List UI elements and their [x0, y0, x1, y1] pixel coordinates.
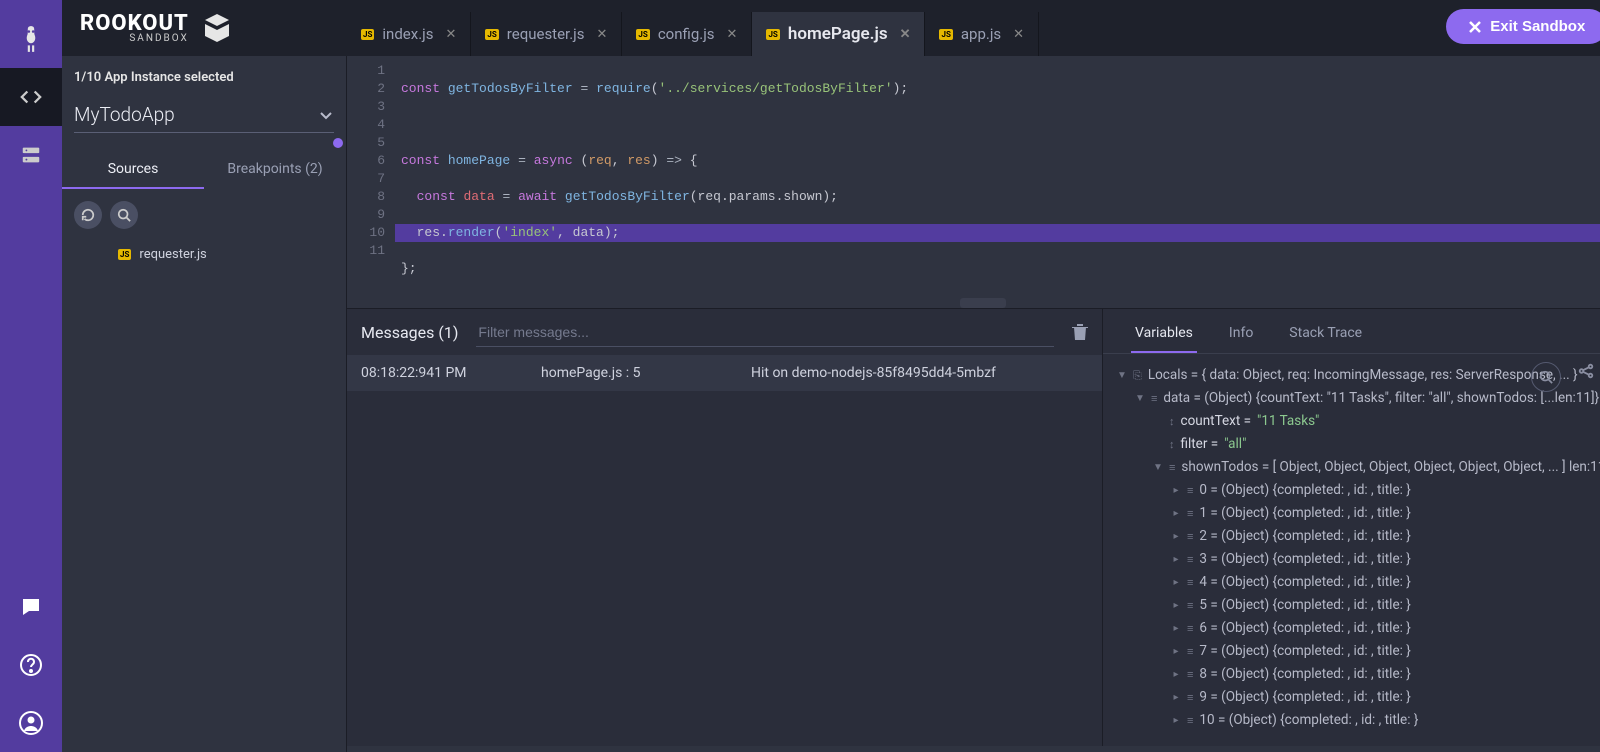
- tree-item[interactable]: ▸≡1 = (Object) {completed: , id: , title…: [1117, 502, 1600, 525]
- tree-item[interactable]: ▸≡7 = (Object) {completed: , id: , title…: [1117, 640, 1600, 663]
- brand-name: ROOKOUT: [80, 13, 189, 35]
- code-area[interactable]: const getTodosByFilter = require('../ser…: [395, 56, 1600, 308]
- message-location: homePage.js : 5: [541, 365, 711, 381]
- tab-label: config.js: [658, 25, 715, 43]
- tab-variables[interactable]: Variables: [1131, 319, 1197, 353]
- nav-chat-icon[interactable]: [0, 578, 62, 636]
- tab-sources[interactable]: Sources: [62, 151, 204, 189]
- file-item-label: requester.js: [139, 247, 206, 262]
- tree-data[interactable]: ▼≡data = (Object) {countText: "11 Tasks"…: [1117, 387, 1600, 410]
- app-name: MyTodoApp: [74, 103, 175, 126]
- messages-filter-input[interactable]: [476, 318, 1054, 347]
- code-editor[interactable]: 1234 5 67891011 const getTodosByFilter =…: [347, 56, 1600, 308]
- refresh-button[interactable]: [74, 201, 102, 229]
- instance-status: 1/10 App Instance selected: [62, 56, 346, 91]
- line-gutter[interactable]: 1234 5 67891011: [347, 56, 395, 308]
- left-panel-tools: [62, 189, 346, 241]
- close-icon[interactable]: ✕: [445, 27, 456, 42]
- share-icon[interactable]: [1577, 362, 1595, 392]
- messages-title: Messages (1): [361, 323, 458, 342]
- close-icon[interactable]: ✕: [597, 27, 608, 42]
- tree-item[interactable]: ▸≡6 = (Object) {completed: , id: , title…: [1117, 617, 1600, 640]
- chevron-down-icon: [318, 107, 334, 123]
- nav-logo-icon[interactable]: [0, 10, 62, 68]
- tree-item[interactable]: ▸≡3 = (Object) {completed: , id: , title…: [1117, 548, 1600, 571]
- nav-code-icon[interactable]: [0, 68, 62, 126]
- messages-panel: Messages (1) 08:18:22:941 PM homePage.js…: [347, 309, 1103, 746]
- nav-user-icon[interactable]: [0, 694, 62, 752]
- brand: ROOKOUT SANDBOX: [62, 0, 347, 56]
- tree-counttext[interactable]: ↕countText = "11 Tasks": [1117, 410, 1600, 433]
- close-icon: [1468, 20, 1482, 34]
- tab-requester[interactable]: JSrequester.js✕: [471, 12, 622, 56]
- brand-sub: SANDBOX: [80, 33, 189, 44]
- tree-item[interactable]: ▸≡8 = (Object) {completed: , id: , title…: [1117, 663, 1600, 686]
- close-icon[interactable]: ✕: [900, 27, 911, 42]
- tree-showntodos[interactable]: ▼≡shownTodos = [ Object, Object, Object,…: [1117, 456, 1600, 479]
- tree-item[interactable]: ▸≡2 = (Object) {completed: , id: , title…: [1117, 525, 1600, 548]
- tab-stack-trace[interactable]: Stack Trace: [1285, 319, 1366, 353]
- tree-item[interactable]: ▸≡4 = (Object) {completed: , id: , title…: [1117, 571, 1600, 594]
- tab-config[interactable]: JSconfig.js✕: [622, 12, 752, 56]
- tab-homepage[interactable]: JShomePage.js✕: [752, 12, 925, 56]
- left-panel-tabs: Sources Breakpoints (2): [62, 151, 346, 189]
- search-button[interactable]: [110, 201, 138, 229]
- tree-item[interactable]: ▸≡9 = (Object) {completed: , id: , title…: [1117, 686, 1600, 709]
- tab-label: index.js: [382, 25, 433, 43]
- file-item-requester[interactable]: JSrequester.js: [62, 241, 346, 268]
- tree-item[interactable]: ▸≡5 = (Object) {completed: , id: , title…: [1117, 594, 1600, 617]
- nav-rail: [0, 0, 62, 752]
- tab-label: requester.js: [507, 25, 585, 43]
- panel-drag-handle[interactable]: [960, 298, 1006, 308]
- message-description: Hit on demo-nodejs-85f8495dd4-5mbzf: [711, 365, 1088, 381]
- close-icon[interactable]: ✕: [1013, 27, 1024, 42]
- tab-label: homePage.js: [788, 24, 888, 44]
- message-row[interactable]: 08:18:22:941 PM homePage.js : 5 Hit on d…: [347, 355, 1102, 391]
- exit-label: Exit Sandbox: [1490, 18, 1585, 35]
- tab-label: app.js: [961, 25, 1001, 43]
- tab-index[interactable]: JSindex.js✕: [347, 12, 471, 56]
- tree-filter[interactable]: ↕filter = "all": [1117, 433, 1600, 456]
- search-vars-button[interactable]: [1531, 362, 1561, 392]
- tab-app[interactable]: JSapp.js✕: [925, 12, 1039, 56]
- tree-item[interactable]: ▸≡0 = (Object) {completed: , id: , title…: [1117, 479, 1600, 502]
- tab-breakpoints[interactable]: Breakpoints (2): [204, 151, 346, 189]
- nav-servers-icon[interactable]: [0, 126, 62, 184]
- brand-cube-icon: [199, 10, 235, 46]
- breakpoint-dot[interactable]: [333, 138, 343, 148]
- exit-sandbox-button[interactable]: Exit Sandbox: [1446, 9, 1600, 44]
- nav-help-icon[interactable]: [0, 636, 62, 694]
- tab-info[interactable]: Info: [1225, 319, 1257, 353]
- variables-panel: Variables Info Stack Trace ▼⎘Locals = { …: [1103, 309, 1600, 746]
- trash-icon[interactable]: [1072, 323, 1088, 341]
- tree-item[interactable]: ▸≡10 = (Object) {completed: , id: , titl…: [1117, 709, 1600, 732]
- header: ROOKOUT SANDBOX JSindex.js✕ JSrequester.…: [62, 0, 1600, 56]
- app-selector[interactable]: MyTodoApp: [74, 97, 334, 133]
- left-panel: 1/10 App Instance selected MyTodoApp Sou…: [62, 56, 347, 752]
- message-time: 08:18:22:941 PM: [361, 365, 541, 381]
- editor-tabs: JSindex.js✕ JSrequester.js✕ JSconfig.js✕…: [347, 0, 1600, 56]
- close-icon[interactable]: ✕: [727, 27, 738, 42]
- tree-locals[interactable]: ▼⎘Locals = { data: Object, req: Incoming…: [1117, 364, 1600, 387]
